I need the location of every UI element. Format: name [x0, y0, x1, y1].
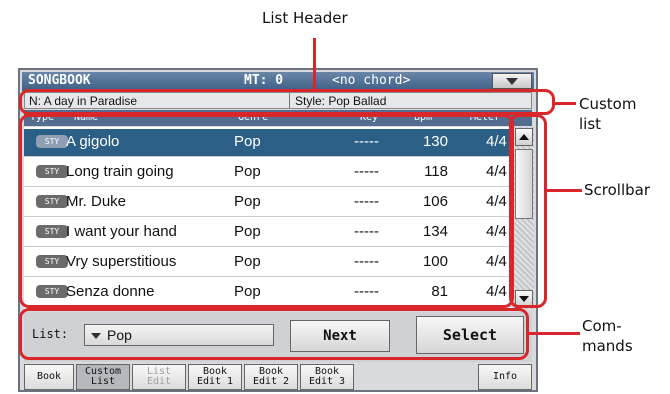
page-menu-button[interactable] [492, 73, 532, 89]
tab-list-edit[interactable]: List Edit [132, 364, 186, 390]
tab-label: Book Edit 2 [252, 366, 290, 387]
tab-label: Book Edit 1 [196, 366, 234, 387]
tab-book-edit-3[interactable]: Book Edit 3 [300, 364, 354, 390]
callout-line-custom-list [554, 102, 576, 105]
callout-scrollbar: Scrollbar [584, 181, 650, 199]
callout-list-header: List Header [262, 9, 348, 27]
callout-line-header [313, 38, 316, 90]
tab-book-edit-2[interactable]: Book Edit 2 [244, 364, 298, 390]
tab-label: Info [492, 371, 518, 382]
highlight-list-header [19, 89, 555, 115]
tab-custom-list[interactable]: Custom List [76, 364, 130, 390]
highlight-commands [19, 308, 529, 360]
callout-custom-list: Custom list [579, 95, 637, 133]
page-title: SONGBOOK [28, 73, 91, 88]
tab-bar: Book Custom List List Edit Book Edit 1 B… [22, 364, 534, 390]
tab-label: Book Edit 3 [308, 366, 346, 387]
callout-commands: Com- mands [582, 317, 633, 355]
tab-label: Book [36, 371, 62, 382]
tab-book[interactable]: Book [24, 364, 74, 390]
chord-indicator: <no chord> [332, 73, 411, 88]
callout-line-scrollbar [546, 189, 582, 192]
highlight-scrollbar [509, 114, 547, 308]
tab-label: List Edit [146, 366, 172, 387]
mt-indicator: MT: 0 [244, 73, 284, 88]
tab-label: Custom List [84, 366, 122, 387]
callout-line-commands [528, 332, 580, 335]
highlight-custom-list [19, 114, 514, 308]
tab-info[interactable]: Info [478, 364, 532, 390]
tab-book-edit-1[interactable]: Book Edit 1 [188, 364, 242, 390]
